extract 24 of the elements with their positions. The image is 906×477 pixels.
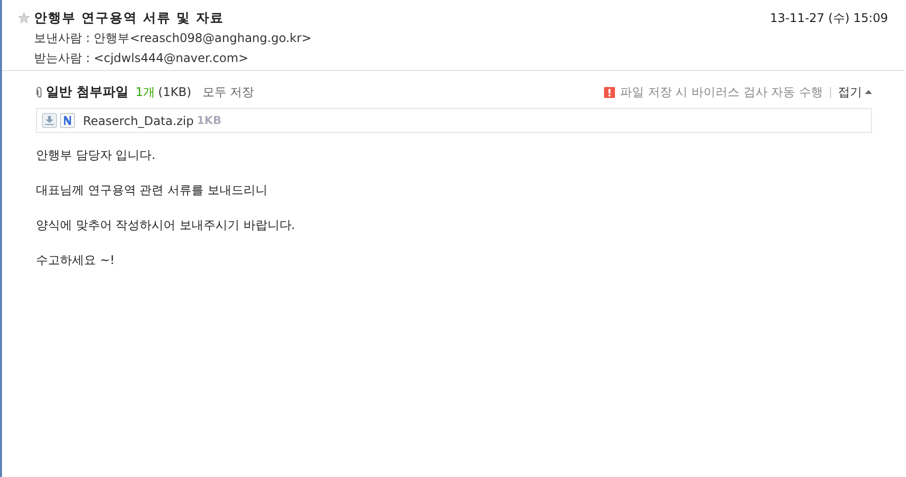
n-drive-icon[interactable] — [60, 113, 75, 128]
warning-icon — [604, 86, 616, 98]
body-line: 안행부 담당자 입니다. — [36, 147, 156, 163]
save-all-link[interactable]: 모두 저장 — [202, 84, 254, 100]
sender-label: 보낸사람 : — [34, 31, 90, 45]
file-size: 1KB — [196, 114, 222, 127]
mail-date: 13-11-27 (수) 15:09 — [770, 10, 888, 26]
recipient-address: <cjdwls444@naver.com> — [94, 51, 248, 65]
attachment-title: 일반 첨부파일 — [46, 84, 129, 101]
sender-address: 안행부<reasch098@anghang.go.kr> — [94, 31, 312, 45]
body-line: 대표님께 연구용역 관련 서류를 보내드리니 — [36, 182, 268, 198]
download-icon[interactable] — [42, 113, 57, 128]
file-name-link[interactable]: Reaserch_Data.zip — [83, 114, 194, 128]
caret-up-icon[interactable] — [865, 90, 872, 94]
star-icon[interactable] — [18, 12, 30, 24]
virus-scan-notice: 파일 저장 시 바이러스 검사 자동 수행 — [620, 84, 823, 100]
body-line: 수고하세요 ~! — [36, 252, 116, 268]
paperclip-icon — [36, 86, 43, 98]
attachment-count: 1개 — [136, 84, 156, 100]
mail-subject: 안행부 연구용역 서류 및 자료 — [34, 10, 224, 27]
attachment-size: (1KB) — [158, 85, 192, 99]
recipient-label: 받는사람 : — [34, 51, 90, 65]
body-line: 양식에 맞추어 작성하시어 보내주시기 바랍니다. — [36, 217, 296, 233]
collapse-link[interactable]: 접기 — [838, 84, 862, 100]
